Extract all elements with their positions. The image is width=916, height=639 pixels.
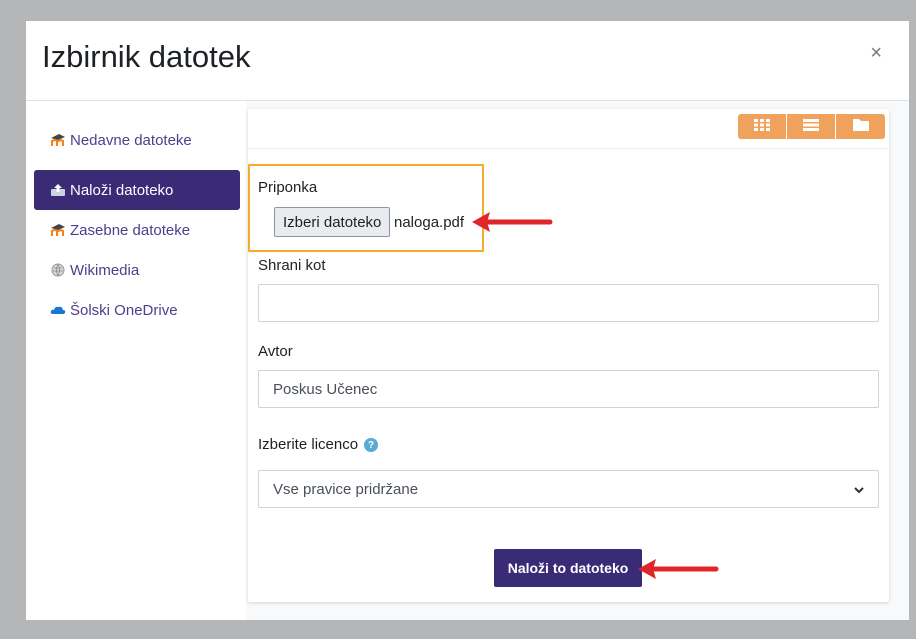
wikipedia-icon bbox=[50, 262, 66, 278]
sidebar-item-label: Nedavne datoteke bbox=[70, 131, 192, 149]
save-as-input[interactable] bbox=[258, 284, 879, 322]
dialog-header: Izbirnik datotek × bbox=[26, 21, 909, 101]
view-switcher bbox=[738, 114, 885, 139]
folder-view-button[interactable] bbox=[836, 114, 885, 139]
author-input[interactable]: Poskus Učenec bbox=[258, 370, 879, 408]
sidebar-item-wikimedia[interactable]: Wikimedia bbox=[34, 250, 240, 290]
moodle-icon bbox=[50, 222, 66, 238]
sidebar-item-label: Šolski OneDrive bbox=[70, 301, 178, 319]
license-label: Izberite licenco bbox=[258, 436, 359, 453]
upload-panel: Priponka Izberi datoteko naloga.pdf Shra… bbox=[248, 109, 889, 602]
repository-sidebar: Nedavne datoteke Naloži datoteko Zasebne… bbox=[26, 101, 246, 620]
attachment-label: Priponka bbox=[258, 179, 318, 196]
license-select[interactable]: Vse pravice pridržane bbox=[258, 470, 879, 508]
sidebar-item-label: Wikimedia bbox=[70, 261, 140, 279]
upload-icon bbox=[50, 182, 66, 198]
view-toolbar bbox=[248, 109, 889, 149]
dialog-title: Izbirnik datotek bbox=[42, 39, 251, 74]
license-selected-value: Vse pravice pridržane bbox=[273, 480, 419, 498]
sidebar-item-upload-file[interactable]: Naloži datoteko bbox=[34, 170, 240, 210]
sidebar-item-label: Zasebne datoteke bbox=[70, 221, 191, 239]
license-label-row: Izberite licenco? bbox=[258, 436, 379, 453]
folder-view-icon bbox=[852, 118, 869, 136]
sidebar-item-private-files[interactable]: Zasebne datoteke bbox=[34, 210, 240, 250]
annotation-arrow-icon bbox=[472, 212, 553, 232]
save-as-label: Shrani kot bbox=[258, 257, 326, 274]
close-icon[interactable]: × bbox=[870, 43, 882, 63]
sidebar-item-label: Naloži datoteko bbox=[70, 181, 174, 199]
sidebar-item-recent-files[interactable]: Nedavne datoteke bbox=[34, 120, 240, 160]
chevron-down-icon bbox=[854, 481, 864, 498]
list-view-icon bbox=[803, 118, 819, 136]
onedrive-icon bbox=[50, 302, 66, 318]
dialog-body: Nedavne datoteke Naloži datoteko Zasebne… bbox=[26, 101, 909, 620]
author-label: Avtor bbox=[258, 343, 293, 360]
list-view-button[interactable] bbox=[787, 114, 836, 139]
grid-view-icon bbox=[754, 118, 770, 136]
moodle-icon bbox=[50, 132, 66, 148]
upload-file-button[interactable]: Naloži to datoteko bbox=[494, 549, 642, 587]
grid-view-button[interactable] bbox=[738, 114, 787, 139]
annotation-arrow-icon bbox=[638, 559, 719, 579]
sidebar-item-onedrive[interactable]: Šolski OneDrive bbox=[34, 290, 240, 330]
help-icon[interactable]: ? bbox=[364, 438, 379, 453]
file-picker-dialog: Izbirnik datotek × Nedavne datoteke Nalo… bbox=[26, 21, 909, 620]
selected-file-name: naloga.pdf bbox=[394, 214, 465, 231]
choose-file-button[interactable]: Izberi datoteko bbox=[274, 207, 391, 237]
